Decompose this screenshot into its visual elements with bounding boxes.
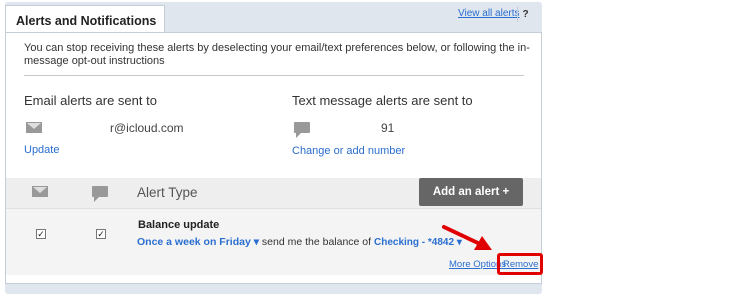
add-alert-button[interactable]: Add an alert + — [419, 178, 523, 206]
tab-alerts-notifications[interactable]: Alerts and Notifications — [5, 5, 165, 33]
text-alert-checkbox[interactable]: ✓ — [96, 229, 106, 239]
intro-text: You can stop receiving these alerts by d… — [24, 42, 530, 67]
divider — [24, 75, 524, 76]
email-address: r@icloud.com — [110, 121, 184, 135]
mail-icon — [26, 122, 42, 133]
text-column-icon — [92, 186, 108, 202]
text-section-title: Text message alerts are sent to — [292, 93, 473, 108]
alerts-table-header: Alert Type Add an alert + — [6, 178, 541, 208]
alert-sentence: Once a week on Friday ▾ send me the bala… — [137, 236, 462, 248]
alert-title: Balance update — [138, 219, 220, 231]
frequency-dropdown[interactable]: Once a week on Friday ▾ — [137, 236, 259, 248]
alert-type-header: Alert Type — [137, 185, 198, 200]
phone-number: 91 — [381, 121, 395, 135]
view-all-alerts-link[interactable]: View all alerts — [458, 8, 520, 19]
alert-middle-text: send me the balance of — [261, 236, 372, 248]
email-column-icon — [32, 186, 48, 197]
remove-highlight-box — [497, 253, 543, 275]
email-section-title: Email alerts are sent to — [24, 93, 157, 108]
red-arrow-icon — [442, 225, 492, 250]
chat-icon — [294, 122, 310, 138]
email-alert-checkbox[interactable]: ✓ — [36, 229, 46, 239]
update-email-link[interactable]: Update — [24, 144, 59, 156]
change-number-link[interactable]: Change or add number — [292, 145, 405, 157]
help-button[interactable]: ? — [517, 7, 533, 22]
